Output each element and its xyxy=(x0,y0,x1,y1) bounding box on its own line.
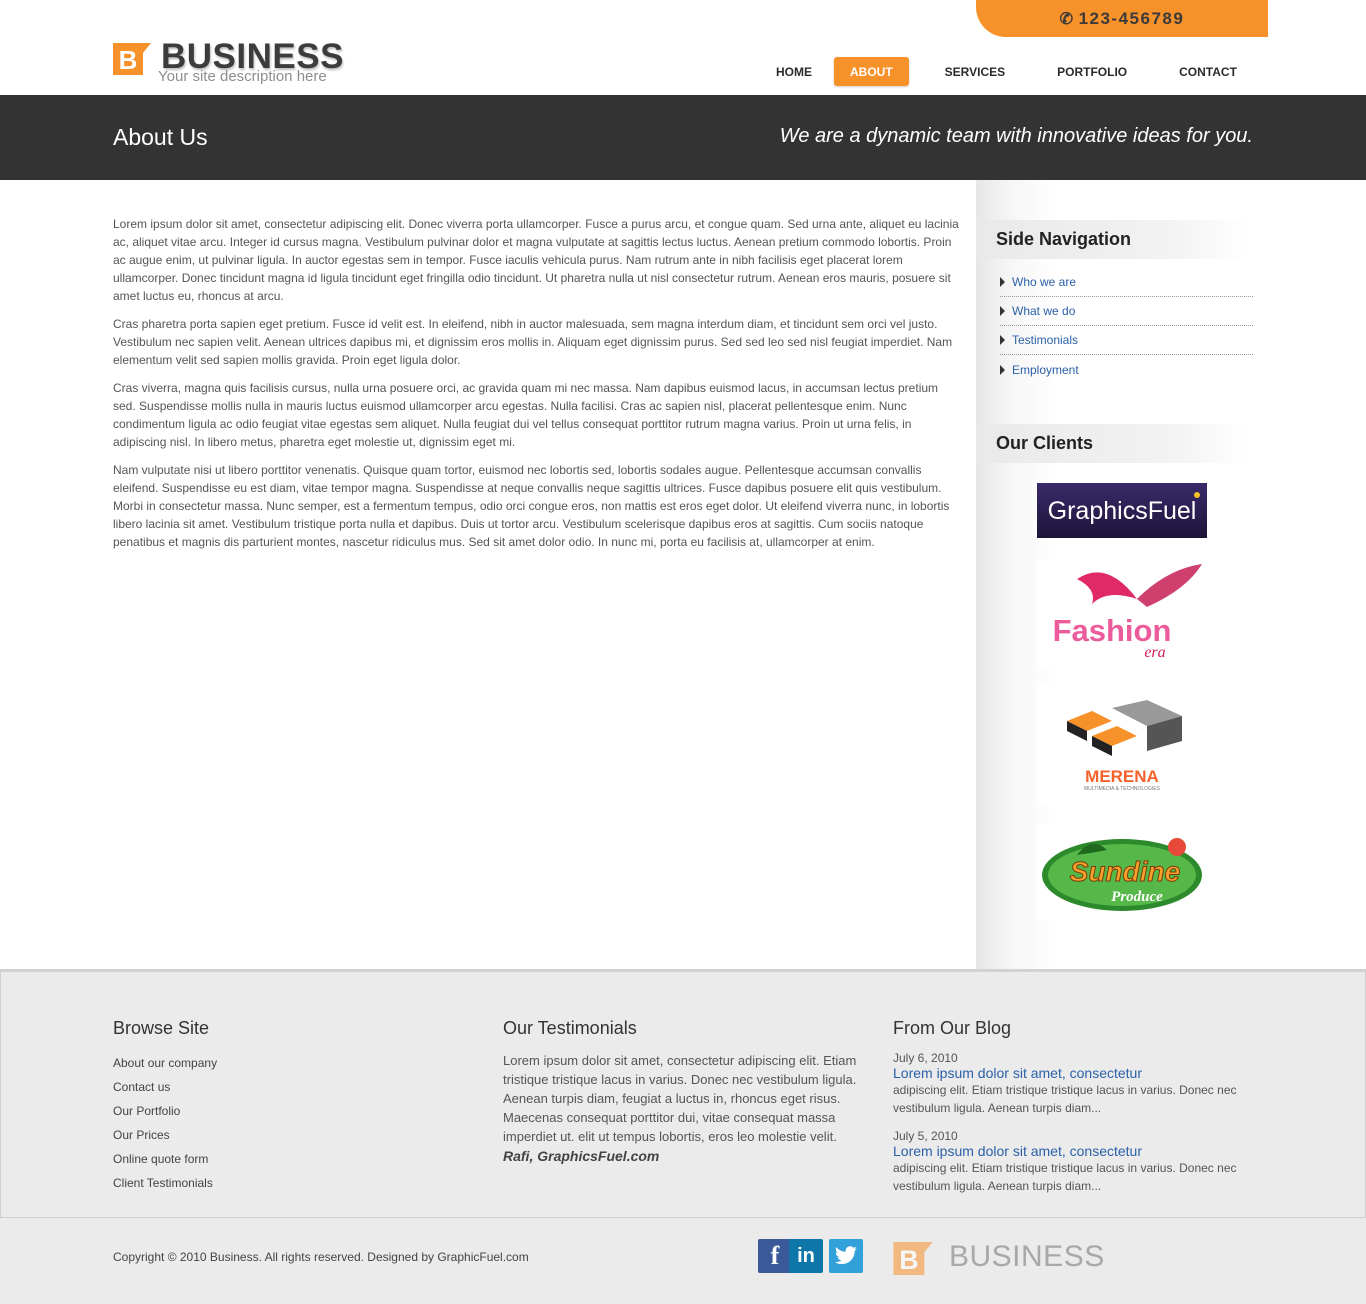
sidenav-item-label: Testimonials xyxy=(1012,333,1079,347)
sidebar: Side Navigation Who we are What we do Te… xyxy=(976,180,1366,969)
footer-link-quote[interactable]: Online quote form xyxy=(113,1147,217,1171)
blog-post: July 5, 2010 Lorem ipsum dolor sit amet,… xyxy=(893,1129,1248,1195)
sidenav-item-label: Who we are xyxy=(1012,275,1077,289)
browse-site-column: Browse Site About our company Contact us… xyxy=(113,1018,217,1195)
svg-text:B: B xyxy=(119,45,138,75)
phone-icon: ✆ xyxy=(1059,10,1075,28)
page-title: About Us xyxy=(113,124,208,150)
content-paragraph: Nam vulputate nisi ut libero porttitor v… xyxy=(113,463,950,549)
testimonial-text: Lorem ipsum dolor sit amet, consectetur … xyxy=(503,1053,857,1144)
content-paragraph: Lorem ipsum dolor sit amet, consectetur … xyxy=(113,217,959,303)
nav-services[interactable]: SERVICES xyxy=(929,57,1021,86)
footer-link-about[interactable]: About our company xyxy=(113,1051,217,1075)
client-logo-subtext: MULTIMEDIA & TECHNOLOGIES xyxy=(1084,786,1161,792)
arrow-right-icon xyxy=(1000,277,1005,287)
content-paragraph: Cras pharetra porta sapien eget pretium.… xyxy=(113,317,953,367)
footer-link-portfolio[interactable]: Our Portfolio xyxy=(113,1099,217,1123)
arrow-right-icon xyxy=(1000,364,1005,375)
svg-text:B: B xyxy=(899,1245,918,1275)
linkedin-icon[interactable]: in xyxy=(789,1239,823,1273)
logo-description: Your site description here xyxy=(158,68,327,85)
sundine-logo[interactable]: Sundine Produce xyxy=(1037,825,1207,919)
sidenav-item-employment[interactable]: Employment xyxy=(1000,355,1253,384)
footer-logo-name: BUSINESS xyxy=(949,1240,1105,1273)
footer-link-prices[interactable]: Our Prices xyxy=(113,1123,217,1147)
fashion-era-logo[interactable]: Fashion era xyxy=(1037,559,1207,666)
sidenav-item-who-we-are[interactable]: Who we are xyxy=(1000,268,1253,297)
footer-link-contact[interactable]: Contact us xyxy=(113,1075,217,1099)
our-clients-heading: Our Clients xyxy=(976,424,1248,463)
nav-home[interactable]: HOME xyxy=(760,57,828,86)
client-logo-subtext: era xyxy=(1144,644,1165,661)
twitter-icon[interactable] xyxy=(829,1239,863,1273)
graphicsfuel-logo[interactable]: GraphicsFuel xyxy=(1037,483,1207,538)
logo-b-icon: B xyxy=(113,43,151,75)
sidenav-item-label: What we do xyxy=(1012,304,1076,318)
facebook-icon[interactable]: f xyxy=(758,1239,792,1273)
copyright-text: Copyright © 2010 Business. All rights re… xyxy=(113,1250,529,1264)
client-logo-text: Sundine xyxy=(1070,856,1180,887)
blog-heading: From Our Blog xyxy=(893,1018,1012,1038)
footer-logo-b-icon: B xyxy=(893,1242,933,1275)
blog-title-link[interactable]: Lorem ipsum dolor sit amet, consectetur xyxy=(893,1065,1248,1081)
site-header: ✆ 123-456789 B BUSINESS Your site descri… xyxy=(0,0,1366,95)
site-footer: Browse Site About our company Contact us… xyxy=(0,969,1366,1217)
blog-title-link[interactable]: Lorem ipsum dolor sit amet, consectetur xyxy=(893,1143,1248,1159)
blog-date: July 6, 2010 xyxy=(893,1051,958,1065)
arrow-right-icon xyxy=(1000,335,1005,345)
testimonials-heading: Our Testimonials xyxy=(503,1018,637,1038)
blog-post: July 6, 2010 Lorem ipsum dolor sit amet,… xyxy=(893,1051,1248,1117)
side-navigation-list: Who we are What we do Testimonials Emplo… xyxy=(1000,268,1253,384)
client-logo-text: GraphicsFuel xyxy=(1048,497,1197,525)
blog-excerpt: adipiscing elit. Etiam tristique tristiq… xyxy=(893,1083,1237,1115)
testimonial-author: Rafi, GraphicsFuel.com xyxy=(503,1148,660,1164)
page-tagline: We are a dynamic team with innovative id… xyxy=(779,125,1253,147)
page-titlebar: About Us We are a dynamic team with inno… xyxy=(0,95,1366,180)
footer-link-testimonials[interactable]: Client Testimonials xyxy=(113,1171,217,1195)
side-navigation-heading: Side Navigation xyxy=(976,220,1248,259)
blog-date: July 5, 2010 xyxy=(893,1129,958,1143)
twitter-bird-glyph xyxy=(835,1246,857,1265)
phone-number: 123-456789 xyxy=(1078,8,1185,28)
blog-column: From Our Blog July 6, 2010 Lorem ipsum d… xyxy=(893,1018,1248,1207)
browse-site-heading: Browse Site xyxy=(113,1018,210,1038)
sidenav-item-testimonials[interactable]: Testimonials xyxy=(1000,326,1253,355)
nav-portfolio[interactable]: PORTFOLIO xyxy=(1041,57,1143,86)
phone-tab[interactable]: ✆ 123-456789 xyxy=(976,0,1268,37)
bottom-bar: Copyright © 2010 Business. All rights re… xyxy=(0,1217,1366,1304)
sidenav-item-what-we-do[interactable]: What we do xyxy=(1000,297,1253,326)
nav-about[interactable]: ABOUT xyxy=(834,57,909,86)
main-nav: HOME ABOUT SERVICES PORTFOLIO CONTACT xyxy=(760,57,1253,86)
merena-logo[interactable]: MERENA MULTIMEDIA & TECHNOLOGIES xyxy=(1037,686,1207,805)
nav-contact[interactable]: CONTACT xyxy=(1163,57,1253,86)
client-logo-subtext: Produce xyxy=(1111,889,1163,905)
sidenav-item-label: Employment xyxy=(1012,362,1079,377)
client-logo-text: MERENA xyxy=(1085,767,1159,786)
content-paragraph: Cras viverra, magna quis facilisis cursu… xyxy=(113,381,939,449)
arrow-right-icon xyxy=(1000,306,1005,316)
client-logo-text: Fashion xyxy=(1053,613,1172,648)
blog-excerpt: adipiscing elit. Etiam tristique tristiq… xyxy=(893,1161,1237,1193)
testimonials-column: Our Testimonials Lorem ipsum dolor sit a… xyxy=(503,1018,863,1164)
main-content: Lorem ipsum dolor sit amet, consectetur … xyxy=(113,215,963,561)
